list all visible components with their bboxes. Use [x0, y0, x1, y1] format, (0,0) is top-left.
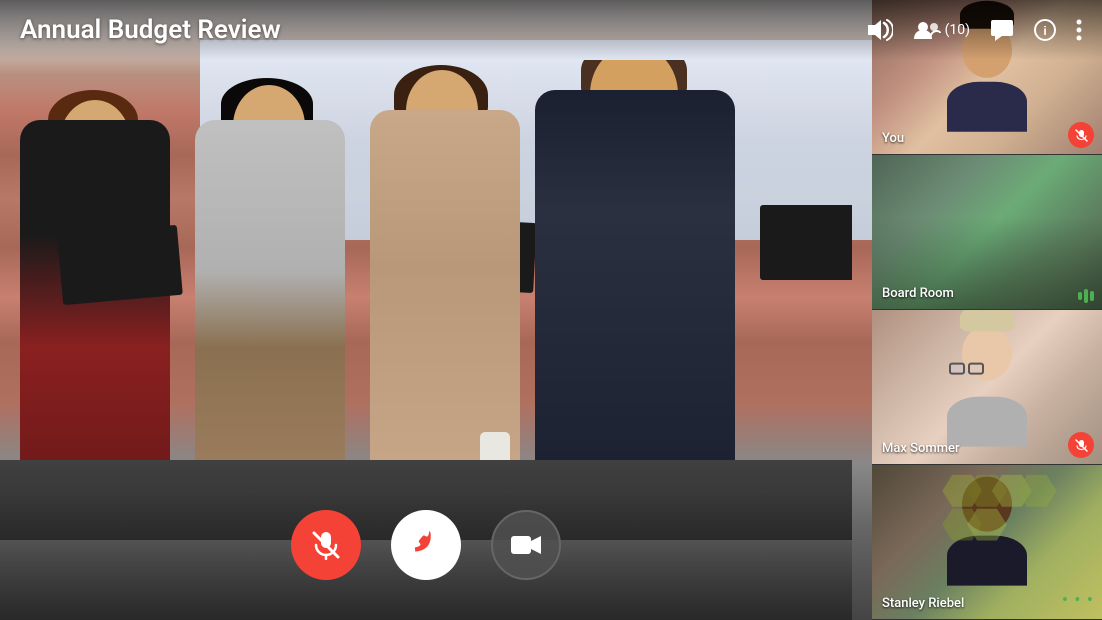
chat-button[interactable]	[990, 19, 1014, 41]
audio-bar-2	[1084, 289, 1088, 303]
p4-body	[535, 90, 735, 500]
sidebar: You Board Room	[872, 0, 1102, 620]
person-2	[185, 70, 355, 500]
camera-button[interactable]	[491, 510, 561, 580]
info-button[interactable]: i	[1034, 19, 1056, 41]
participants-count: (10)	[945, 22, 970, 38]
p1-body	[20, 120, 170, 500]
glass-right	[968, 363, 984, 375]
header-icons: (10) i	[867, 19, 1082, 41]
laptop-3	[760, 205, 852, 280]
max-hair	[960, 310, 1014, 332]
max-label: Max Sommer	[882, 441, 960, 456]
stanley-dots-icon: • • •	[1062, 590, 1094, 611]
boardroom-audio-icon	[1078, 289, 1094, 303]
you-body	[947, 82, 1027, 132]
header-bar: Annual Budget Review (10)	[0, 0, 1102, 60]
svg-text:i: i	[1043, 24, 1046, 38]
glass-left	[949, 363, 965, 375]
boardroom-label: Board Room	[882, 286, 954, 301]
participants-button[interactable]: (10)	[913, 20, 970, 40]
audio-bar-1	[1078, 292, 1082, 300]
audio-bar-3	[1090, 291, 1094, 301]
stanley-label: Stanley Riebel	[882, 596, 964, 611]
max-face	[947, 310, 1027, 447]
person-4	[535, 60, 735, 500]
max-glasses	[949, 363, 1029, 375]
you-mute-icon	[1068, 122, 1094, 148]
tile-max-sommer[interactable]: Max Sommer	[872, 310, 1102, 465]
p2-body	[195, 120, 345, 500]
meeting-title: Annual Budget Review	[20, 15, 867, 45]
volume-button[interactable]	[867, 19, 893, 41]
person-1	[20, 80, 180, 500]
max-mute-icon	[1068, 432, 1094, 458]
hangup-button[interactable]	[391, 510, 461, 580]
tile-stanley-riebel[interactable]: Stanley Riebel • • •	[872, 465, 1102, 620]
controls-bar	[0, 510, 852, 580]
laptop-1	[57, 225, 183, 305]
max-body	[947, 397, 1027, 447]
more-button[interactable]	[1076, 19, 1082, 41]
you-label: You	[882, 131, 904, 146]
tile-boardroom[interactable]: Board Room	[872, 155, 1102, 310]
scene-people	[0, 60, 852, 540]
mute-button[interactable]	[291, 510, 361, 580]
